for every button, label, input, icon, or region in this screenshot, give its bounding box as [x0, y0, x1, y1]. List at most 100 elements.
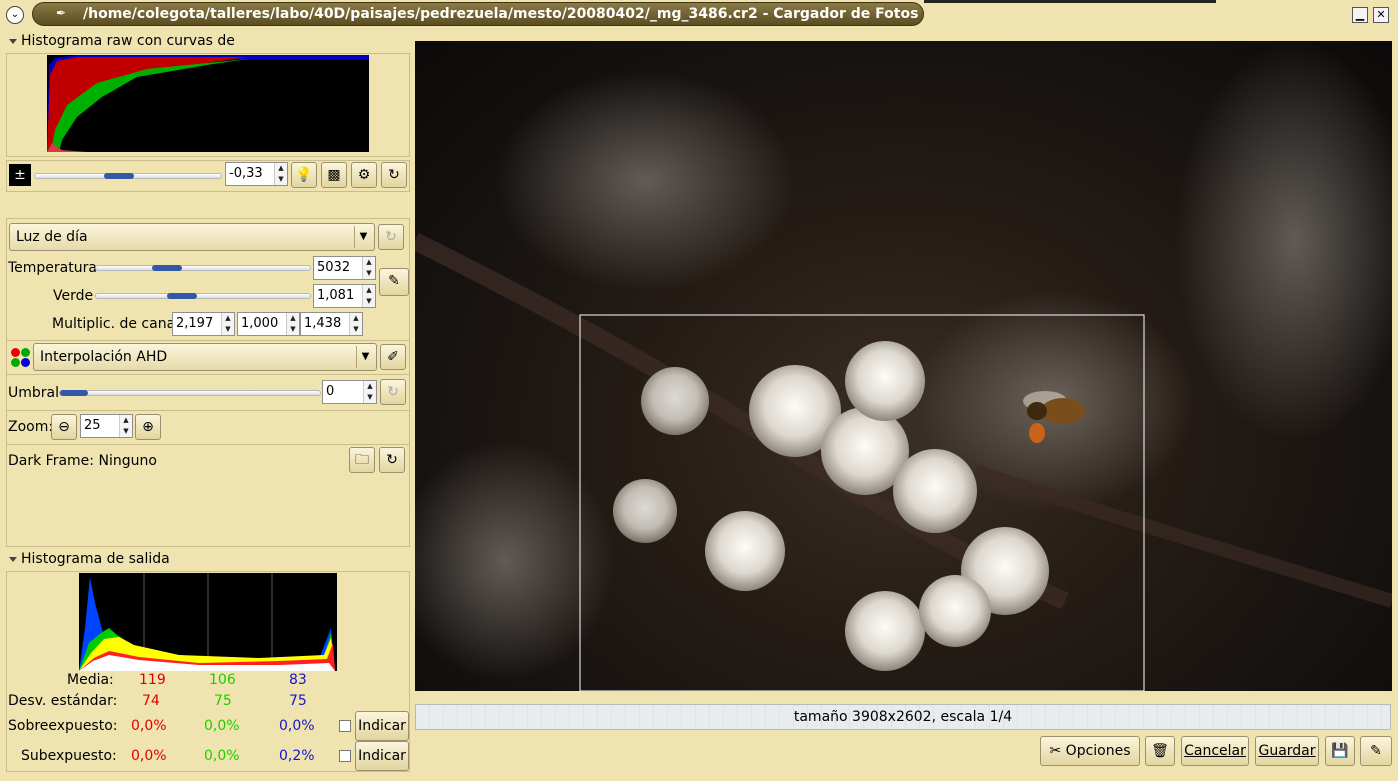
- channel-multiplier-label: Multiplic. de canal:: [52, 316, 184, 332]
- raw-histogram: [47, 55, 369, 152]
- channel-g-arrows[interactable]: ▲ ▼: [286, 313, 299, 335]
- media-blue: 83: [289, 672, 307, 688]
- green-spinbox[interactable]: 1,081 ▲ ▼: [313, 284, 376, 308]
- stddev-blue: 75: [289, 693, 307, 709]
- channel-b-spinbox[interactable]: 1,438 ▲ ▼: [300, 312, 363, 336]
- channel-r-spinbox[interactable]: 2,197 ▲ ▼: [172, 312, 235, 336]
- reset-wb-icon[interactable]: ↻: [378, 224, 404, 250]
- bokeh-blossom: [495, 71, 795, 291]
- temperature-slider-knob[interactable]: [151, 265, 182, 271]
- green-spin-arrows[interactable]: ▲ ▼: [362, 285, 375, 307]
- temperature-label: Temperatura: [8, 260, 97, 276]
- stddev-red: 74: [142, 693, 160, 709]
- exposure-slider[interactable]: [34, 173, 222, 179]
- left-panel: Histograma raw con curvas de conversion …: [5, 30, 412, 772]
- green-value: 1,081: [317, 288, 355, 303]
- media-label: Media:: [67, 672, 114, 688]
- image-preview[interactable]: [415, 41, 1392, 691]
- preview-status: tamaño 3908x2602, escala 1/4: [415, 704, 1391, 730]
- app-icon: ✒: [56, 6, 67, 20]
- overexposed-red: 0,0%: [131, 718, 167, 734]
- bokeh-blossom: [1175, 41, 1392, 441]
- preview-photo-art: [415, 41, 1392, 691]
- overexposed-blue: 0,0%: [279, 718, 315, 734]
- overexposed-indicate-button[interactable]: Indicar: [355, 711, 409, 741]
- trash-icon[interactable]: 🗑: [1145, 736, 1175, 766]
- raw-histogram-header[interactable]: Histograma raw con curvas de conversion: [5, 31, 305, 69]
- dark-frame-label: Dark Frame: Ninguno: [8, 453, 157, 469]
- channel-g-value: 1,000: [241, 316, 279, 331]
- threshold-spin-arrows[interactable]: ▲ ▼: [363, 381, 376, 403]
- green-label: Verde: [53, 288, 94, 304]
- green-slider[interactable]: [95, 293, 311, 299]
- interpolation-value: Interpolación AHD: [40, 349, 168, 365]
- temperature-slider[interactable]: [95, 265, 311, 271]
- overexposed-checkbox[interactable]: [339, 720, 351, 732]
- options-label: Opciones: [1065, 743, 1131, 759]
- send-to-gimp-icon[interactable]: ✎: [1360, 736, 1392, 766]
- auto-exposure-bulb-icon[interactable]: 💡: [291, 162, 317, 188]
- zoom-spin-arrows[interactable]: ▲ ▼: [119, 415, 132, 437]
- save-button[interactable]: Guardar: [1255, 736, 1319, 766]
- options-button[interactable]: ✂ Opciones: [1040, 736, 1140, 766]
- reset-threshold-icon[interactable]: ↻: [380, 379, 406, 405]
- exposure-spin-arrows[interactable]: ▲ ▼: [274, 163, 287, 185]
- reset-dark-frame-icon[interactable]: ↻: [379, 447, 405, 473]
- media-red: 119: [139, 672, 166, 688]
- threshold-slider-knob[interactable]: [60, 390, 88, 396]
- title-divider: [924, 0, 1216, 3]
- cancel-button[interactable]: Cancelar: [1181, 736, 1249, 766]
- stddev-label: Desv. estándar:: [8, 693, 118, 709]
- zoom-value: 25: [84, 418, 101, 433]
- divider: [6, 340, 410, 341]
- zoom-spinbox[interactable]: 25 ▲ ▼: [80, 414, 133, 438]
- exposure-spinbox[interactable]: -0,33 ▲ ▼: [225, 162, 288, 186]
- threshold-slider[interactable]: [59, 390, 321, 396]
- temperature-spinbox[interactable]: 5032 ▲ ▼: [313, 256, 376, 280]
- clip-highlights-icon[interactable]: ▩: [321, 162, 347, 188]
- window-menu-button[interactable]: ⌄: [6, 6, 24, 24]
- channel-r-value: 2,197: [176, 316, 214, 331]
- auto-adjust-icon[interactable]: ⚙: [351, 162, 377, 188]
- wb-preset-combo[interactable]: Luz de día ▼: [9, 223, 375, 251]
- overexposed-green: 0,0%: [204, 718, 240, 734]
- wb-preset-value: Luz de día: [16, 229, 88, 245]
- window-title: /home/colegota/talleres/labo/40D/paisaje…: [32, 2, 924, 26]
- underexposed-red: 0,0%: [131, 748, 167, 764]
- output-histogram-header[interactable]: Histograma de salida: [5, 549, 305, 569]
- color-picker-icon[interactable]: ✎: [379, 268, 409, 296]
- channel-b-arrows[interactable]: ▲ ▼: [349, 313, 362, 335]
- save-as-icon[interactable]: 💾: [1325, 736, 1355, 766]
- underexposed-green: 0,0%: [204, 748, 240, 764]
- reset-exposure-icon[interactable]: ↻: [381, 162, 407, 188]
- close-button[interactable]: ✕: [1373, 7, 1389, 23]
- underexposed-checkbox[interactable]: [339, 750, 351, 762]
- green-slider-knob[interactable]: [166, 293, 197, 299]
- zoom-in-icon[interactable]: ⊕: [135, 414, 161, 440]
- temperature-value: 5032: [317, 260, 351, 275]
- exposure-icon: ±: [9, 164, 31, 186]
- threshold-value: 0: [326, 384, 335, 399]
- channel-g-spinbox[interactable]: 1,000 ▲ ▼: [237, 312, 300, 336]
- threshold-label: Umbral: [8, 385, 59, 401]
- channel-b-value: 1,438: [304, 316, 342, 331]
- interpolation-combo[interactable]: Interpolación AHD ▼: [33, 343, 377, 371]
- open-folder-icon[interactable]: 🗀: [349, 447, 375, 473]
- interpolation-rgb-icon: [9, 346, 33, 370]
- underexposed-indicate-button[interactable]: Indicar: [355, 741, 409, 771]
- media-green: 106: [209, 672, 236, 688]
- minimize-button[interactable]: ▁: [1352, 7, 1368, 23]
- divider: [6, 410, 410, 411]
- divider: [6, 374, 410, 375]
- temperature-spin-arrows[interactable]: ▲ ▼: [362, 257, 375, 279]
- threshold-spinbox[interactable]: 0 ▲ ▼: [322, 380, 377, 404]
- channel-r-arrows[interactable]: ▲ ▼: [221, 313, 234, 335]
- chevron-down-icon: ▼: [356, 346, 374, 368]
- exposure-slider-knob[interactable]: [103, 173, 134, 179]
- underexposed-label: Subexpuesto:: [21, 748, 117, 764]
- output-histogram: [79, 573, 337, 671]
- smoothing-brush-icon[interactable]: ✐: [380, 344, 406, 370]
- dark-frame-label-text: Dark Frame:: [8, 453, 95, 469]
- exposure-value: -0,33: [229, 166, 263, 181]
- zoom-out-icon[interactable]: ⊖: [51, 414, 77, 440]
